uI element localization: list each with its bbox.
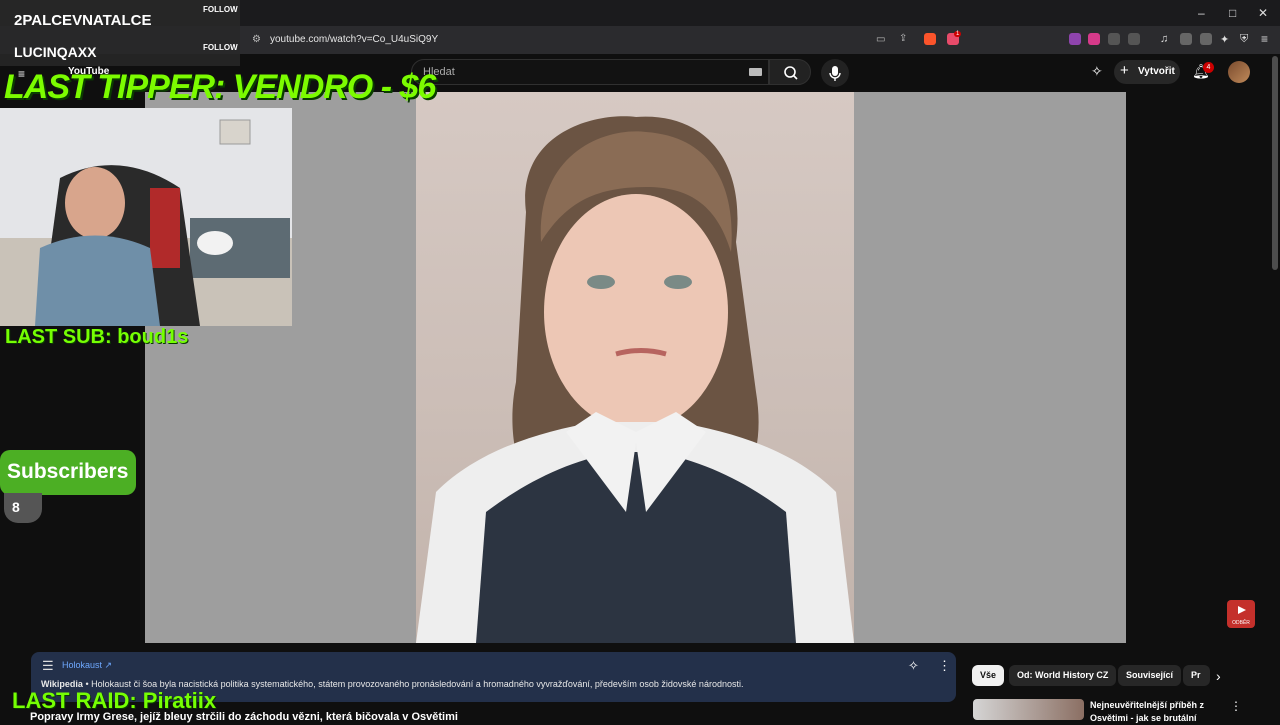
follow-label: FOLLOW xyxy=(203,5,238,14)
search-icon xyxy=(784,66,798,80)
webcam-scene xyxy=(0,108,292,326)
search-button[interactable] xyxy=(769,59,811,85)
maximize-button[interactable]: □ xyxy=(1229,6,1236,20)
minimize-button[interactable]: – xyxy=(1198,6,1205,20)
follower-name: 2PALCEVNATALCE xyxy=(14,12,152,29)
info-panel-link[interactable]: Holokaust ↗ xyxy=(62,660,112,671)
create-button-label: Vytvořit xyxy=(1138,66,1175,77)
chip-channel[interactable]: Od: World History CZ xyxy=(1009,665,1117,686)
follower-name: LUCINQAXX xyxy=(14,44,97,60)
site-settings-icon[interactable]: ⚙ xyxy=(252,34,261,45)
chip-more[interactable]: Pr xyxy=(1183,665,1210,686)
portrait-illustration xyxy=(416,116,854,643)
more-options-icon[interactable]: ⋮ xyxy=(1230,699,1242,713)
subscribe-watermark-label: ODBĚR xyxy=(1232,620,1250,626)
brave-shield-icon[interactable] xyxy=(924,33,936,45)
chevron-right-icon[interactable]: › xyxy=(1216,668,1221,684)
more-options-icon[interactable]: ⋮ xyxy=(938,658,951,674)
last-tipper-overlay: LAST TIPPER: VENDRO - $6 xyxy=(4,68,436,106)
extension-icon[interactable] xyxy=(1128,33,1140,45)
microphone-icon xyxy=(829,66,841,81)
address-bar[interactable]: youtube.com/watch?v=Co_U4uSiQ9Y xyxy=(270,34,438,45)
cast-icon[interactable]: ▭ xyxy=(876,34,885,45)
scrollbar[interactable] xyxy=(1272,56,1278,270)
search-box[interactable] xyxy=(411,59,769,85)
extension-icon[interactable] xyxy=(1088,33,1100,45)
share-icon[interactable]: ⇪ xyxy=(899,33,907,44)
extension-icon[interactable] xyxy=(1108,33,1120,45)
chip-all[interactable]: Vše xyxy=(972,665,1005,686)
notification-badge: 4 xyxy=(1203,62,1214,73)
chip-related[interactable]: Související xyxy=(1118,665,1182,686)
keyboard-icon[interactable] xyxy=(749,68,762,76)
wallet-icon[interactable] xyxy=(1200,33,1212,45)
extension-icon[interactable] xyxy=(1069,33,1081,45)
media-icon[interactable]: ♫ xyxy=(1160,33,1168,45)
vpn-icon[interactable]: ⛨ xyxy=(1240,33,1248,46)
last-sub-overlay: LAST SUB: boud1s xyxy=(5,326,189,348)
youtube-play-icon xyxy=(1238,606,1246,614)
ai-icon[interactable]: ✧ xyxy=(908,658,919,674)
subscribers-count-box xyxy=(4,493,42,523)
last-raid-overlay: LAST RAID: Piratiix xyxy=(12,688,217,713)
follow-label: FOLLOW xyxy=(203,43,238,52)
subscribers-label: Subscribers xyxy=(7,460,129,483)
sidebar-icon[interactable] xyxy=(1180,33,1192,45)
subscribers-count: 8 xyxy=(12,499,20,515)
avatar[interactable] xyxy=(1228,61,1250,83)
voice-search-button[interactable] xyxy=(821,59,849,87)
webcam-overlay xyxy=(0,108,292,326)
article-icon: ☰ xyxy=(42,658,54,673)
menu-icon[interactable]: ≡ xyxy=(1261,32,1268,46)
video-frame-portrait xyxy=(416,92,854,643)
leo-ai-icon[interactable]: ✦ xyxy=(1220,33,1229,46)
recommendation-thumbnail[interactable] xyxy=(973,699,1084,720)
recommendation-title[interactable]: Nejneuvěřitelnější příběh z Osvětimi - j… xyxy=(1090,699,1220,725)
chat-ai-icon[interactable]: ✧ xyxy=(1091,63,1103,80)
plus-icon: + xyxy=(1120,62,1129,79)
close-window-button[interactable]: ✕ xyxy=(1258,6,1268,20)
